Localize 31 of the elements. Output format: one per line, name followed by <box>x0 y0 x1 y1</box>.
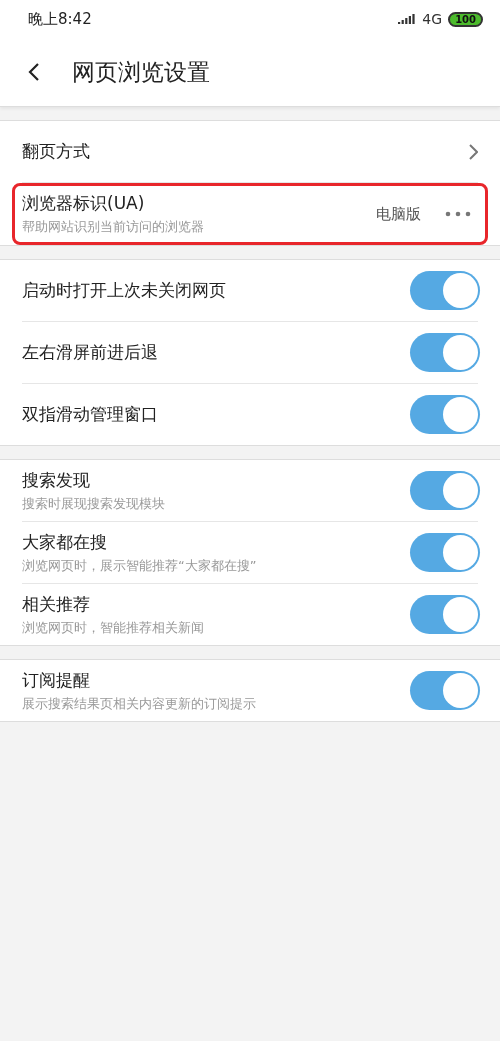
toggle-switch[interactable] <box>410 471 480 510</box>
setting-label: 订阅提醒 <box>22 668 91 692</box>
page-title: 网页浏览设置 <box>72 57 210 87</box>
status-time: 晚上8:42 <box>28 9 92 29</box>
toggle-switch[interactable] <box>410 533 480 572</box>
setting-label: 双指滑动管理窗口 <box>22 403 159 426</box>
network-type: 4G <box>422 11 443 27</box>
toggle-switch[interactable] <box>410 333 480 372</box>
toggle-switch[interactable] <box>410 595 480 634</box>
setting-description: 搜索时展现搜索发现模块 <box>22 494 166 513</box>
highlighted-setting-row[interactable]: 浏览器标识(UA) 帮助网站识别当前访问的浏览器 电脑版 <box>12 183 488 245</box>
more-icon[interactable] <box>445 211 471 217</box>
setting-label: 启动时打开上次未关闭网页 <box>22 279 227 302</box>
setting-label: 左右滑屏前进后退 <box>22 341 159 364</box>
setting-value: 电脑版 <box>376 204 421 224</box>
setting-label: 浏览器标识(UA) <box>22 192 146 215</box>
signal-icon <box>398 13 417 25</box>
battery-icon: 100 <box>448 11 483 27</box>
setting-description: 浏览网页时，展示智能推荐“大家都在搜” <box>22 556 258 575</box>
setting-description: 帮助网站识别当前访问的浏览器 <box>22 218 205 236</box>
setting-label: 翻页方式 <box>22 140 91 163</box>
setting-label: 大家都在搜 <box>22 530 108 554</box>
toggle-switch[interactable] <box>410 395 480 434</box>
toggle-switch[interactable] <box>410 671 480 710</box>
toggle-switch[interactable] <box>410 271 480 310</box>
back-icon[interactable] <box>28 62 40 82</box>
setting-description: 浏览网页时，智能推荐相关新闻 <box>22 618 205 637</box>
setting-label: 搜索发现 <box>22 468 91 492</box>
chevron-right-icon[interactable] <box>468 143 478 160</box>
setting-description: 展示搜索结果页相关内容更新的订阅提示 <box>22 694 257 713</box>
setting-label: 相关推荐 <box>22 592 91 616</box>
